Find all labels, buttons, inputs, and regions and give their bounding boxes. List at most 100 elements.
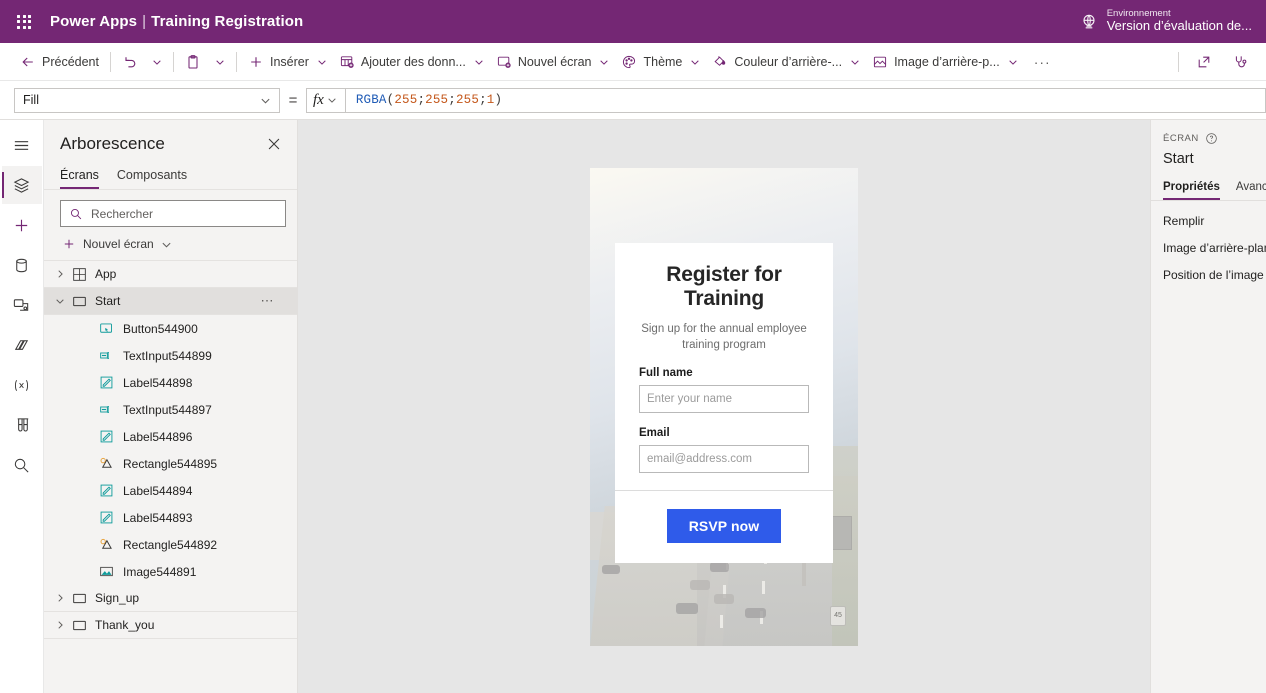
screen-icon (68, 618, 90, 633)
tree-item-textinput544899[interactable]: TextInput544899 (44, 342, 297, 369)
tree-item-label: Start (95, 294, 121, 308)
new-screen-tree-label: Nouvel écran (83, 237, 154, 251)
search-input[interactable] (91, 206, 277, 221)
chevron-right-icon[interactable] (52, 269, 68, 279)
formula-sep-1: ; (417, 93, 426, 107)
rsvp-now-button[interactable]: RSVP now (666, 509, 782, 544)
search-panel-button[interactable] (2, 446, 42, 484)
flows-panel-button[interactable] (2, 326, 42, 364)
tree-item-thank-you[interactable]: Thank_you (44, 612, 297, 639)
properties-kicker: ÉCRAN (1151, 132, 1266, 145)
tree-item-label544894[interactable]: Label544894 (44, 477, 297, 504)
screen-preview[interactable]: 45 Register for Training Sign up for the… (590, 167, 858, 646)
field-label: Email (639, 427, 670, 440)
share-icon (1198, 56, 1210, 67)
formula-paren-open: ( (386, 93, 395, 107)
car (676, 602, 698, 614)
property-row-remplir[interactable]: Remplir (1151, 201, 1266, 228)
email-input[interactable]: email@address.com (639, 445, 809, 474)
tree-item-image544891[interactable]: Image544891 (44, 558, 297, 585)
property-selector[interactable]: Fill (14, 87, 280, 113)
chevron-right-icon[interactable] (52, 593, 68, 603)
background-image-button[interactable]: Image d’arrière-p... (866, 47, 1024, 77)
properties-kicker-label: ÉCRAN (1163, 133, 1199, 144)
tree-item-app[interactable]: App (44, 261, 297, 288)
new-screen-label: Nouvel écran (517, 54, 592, 69)
paste-dropdown[interactable] (207, 47, 231, 77)
variables-panel-button[interactable] (2, 366, 42, 404)
app-name: Training Registration (151, 13, 304, 30)
hamburger-menu-icon (14, 140, 29, 150)
brand-title: Power Apps | Training Registration (50, 13, 303, 30)
add-data-table-icon (340, 55, 354, 68)
new-screen-button[interactable]: Nouvel écran (490, 47, 616, 77)
share-button[interactable] (1188, 47, 1220, 77)
car (714, 593, 734, 604)
environment-value: Version d’évaluation de... (1106, 18, 1252, 34)
search-icon (14, 458, 29, 473)
main-body: Arborescence Écrans Composants Nouvel éc… (0, 120, 1266, 693)
environment-picker[interactable]: Environnement Version d’évaluation de... (1079, 0, 1252, 43)
tab-composants[interactable]: Composants (117, 164, 187, 189)
tree-item-button544900[interactable]: Button544900 (44, 315, 297, 342)
fx-expand-button[interactable]: fx (306, 87, 345, 113)
tab-avance[interactable]: Avancé (1236, 181, 1266, 200)
separator (1178, 51, 1179, 72)
data-panel-button[interactable] (2, 246, 42, 284)
app-launcher-icon[interactable] (6, 6, 42, 38)
more-ellipsis-icon[interactable]: ⋯ (261, 293, 276, 309)
chevron-down-icon[interactable] (52, 296, 68, 306)
undo-dropdown[interactable] (144, 47, 168, 77)
chevron-right-icon[interactable] (52, 620, 68, 630)
theme-button[interactable]: Thème (615, 47, 706, 77)
add-data-button[interactable]: Ajouter des donn... (333, 47, 490, 77)
app-checker-button[interactable] (1224, 47, 1256, 77)
tree-item-label544898[interactable]: Label544898 (44, 369, 297, 396)
close-icon[interactable] (265, 135, 283, 153)
overflow-menu-button[interactable]: ··· (1024, 54, 1061, 70)
card-subtitle: Sign up for the annual employee training… (641, 323, 807, 351)
chevron-down-icon (216, 59, 224, 65)
tests-panel-button[interactable] (2, 406, 42, 444)
property-row-background-image[interactable]: Image d’arrière-plan (1151, 228, 1266, 255)
tree-item-label: Label544894 (123, 483, 193, 498)
tree-item-label544896[interactable]: Label544896 (44, 423, 297, 450)
media-panel-button[interactable] (2, 286, 42, 324)
undo-button[interactable] (116, 47, 144, 77)
tree-item-rectangle544892[interactable]: Rectangle544892 (44, 531, 297, 558)
help-circle-icon[interactable] (1205, 132, 1218, 145)
back-button[interactable]: Précédent (14, 47, 105, 77)
insert-button[interactable]: Insérer (242, 47, 333, 77)
tab-proprietes[interactable]: Propriétés (1163, 181, 1220, 200)
environment-label: Environnement (1106, 7, 1171, 19)
tree-item-sign-up[interactable]: Sign_up (44, 585, 297, 612)
theme-palette-icon (623, 55, 636, 68)
tree-view-button[interactable] (1, 166, 42, 204)
tree-item-rectangle544895[interactable]: Rectangle544895 (44, 450, 297, 477)
paste-button[interactable] (179, 47, 207, 77)
new-screen-tree-button[interactable]: Nouvel écran (44, 229, 297, 261)
hamburger-menu-button[interactable] (2, 126, 42, 164)
field-label: Full name (639, 367, 693, 380)
background-image-label: Image d’arrière-p... (894, 54, 1000, 69)
formula-input[interactable]: RGBA(255; 255; 255; 1) (344, 87, 1266, 113)
tree-item-start[interactable]: Start ⋯ (44, 288, 297, 315)
screen-icon (68, 294, 90, 309)
separator (172, 51, 174, 72)
full-name-input[interactable]: Enter your name (639, 385, 809, 414)
property-row-image-position[interactable]: Position de l’image (1151, 255, 1266, 282)
textinput-icon (96, 402, 116, 417)
background-color-button[interactable]: Couleur d’arrière-... (706, 47, 866, 77)
tab-ecrans[interactable]: Écrans (60, 164, 99, 189)
tree-item-label544893[interactable]: Label544893 (44, 504, 297, 531)
power-apps-studio: Power Apps | Training Registration Environ… (0, 0, 1266, 693)
tree-item-label: Image544891 (123, 564, 197, 579)
app-canvas[interactable]: 45 Register for Training Sign up for the… (298, 120, 1150, 693)
tree-item-textinput544897[interactable]: TextInput544897 (44, 396, 297, 423)
tree-item-label: Rectangle544892 (123, 537, 218, 552)
left-rail (0, 120, 44, 693)
chevron-down-icon (475, 59, 483, 65)
tree-search-box[interactable] (60, 200, 286, 227)
chevron-down-icon (600, 59, 609, 65)
insert-panel-button[interactable] (2, 206, 42, 244)
